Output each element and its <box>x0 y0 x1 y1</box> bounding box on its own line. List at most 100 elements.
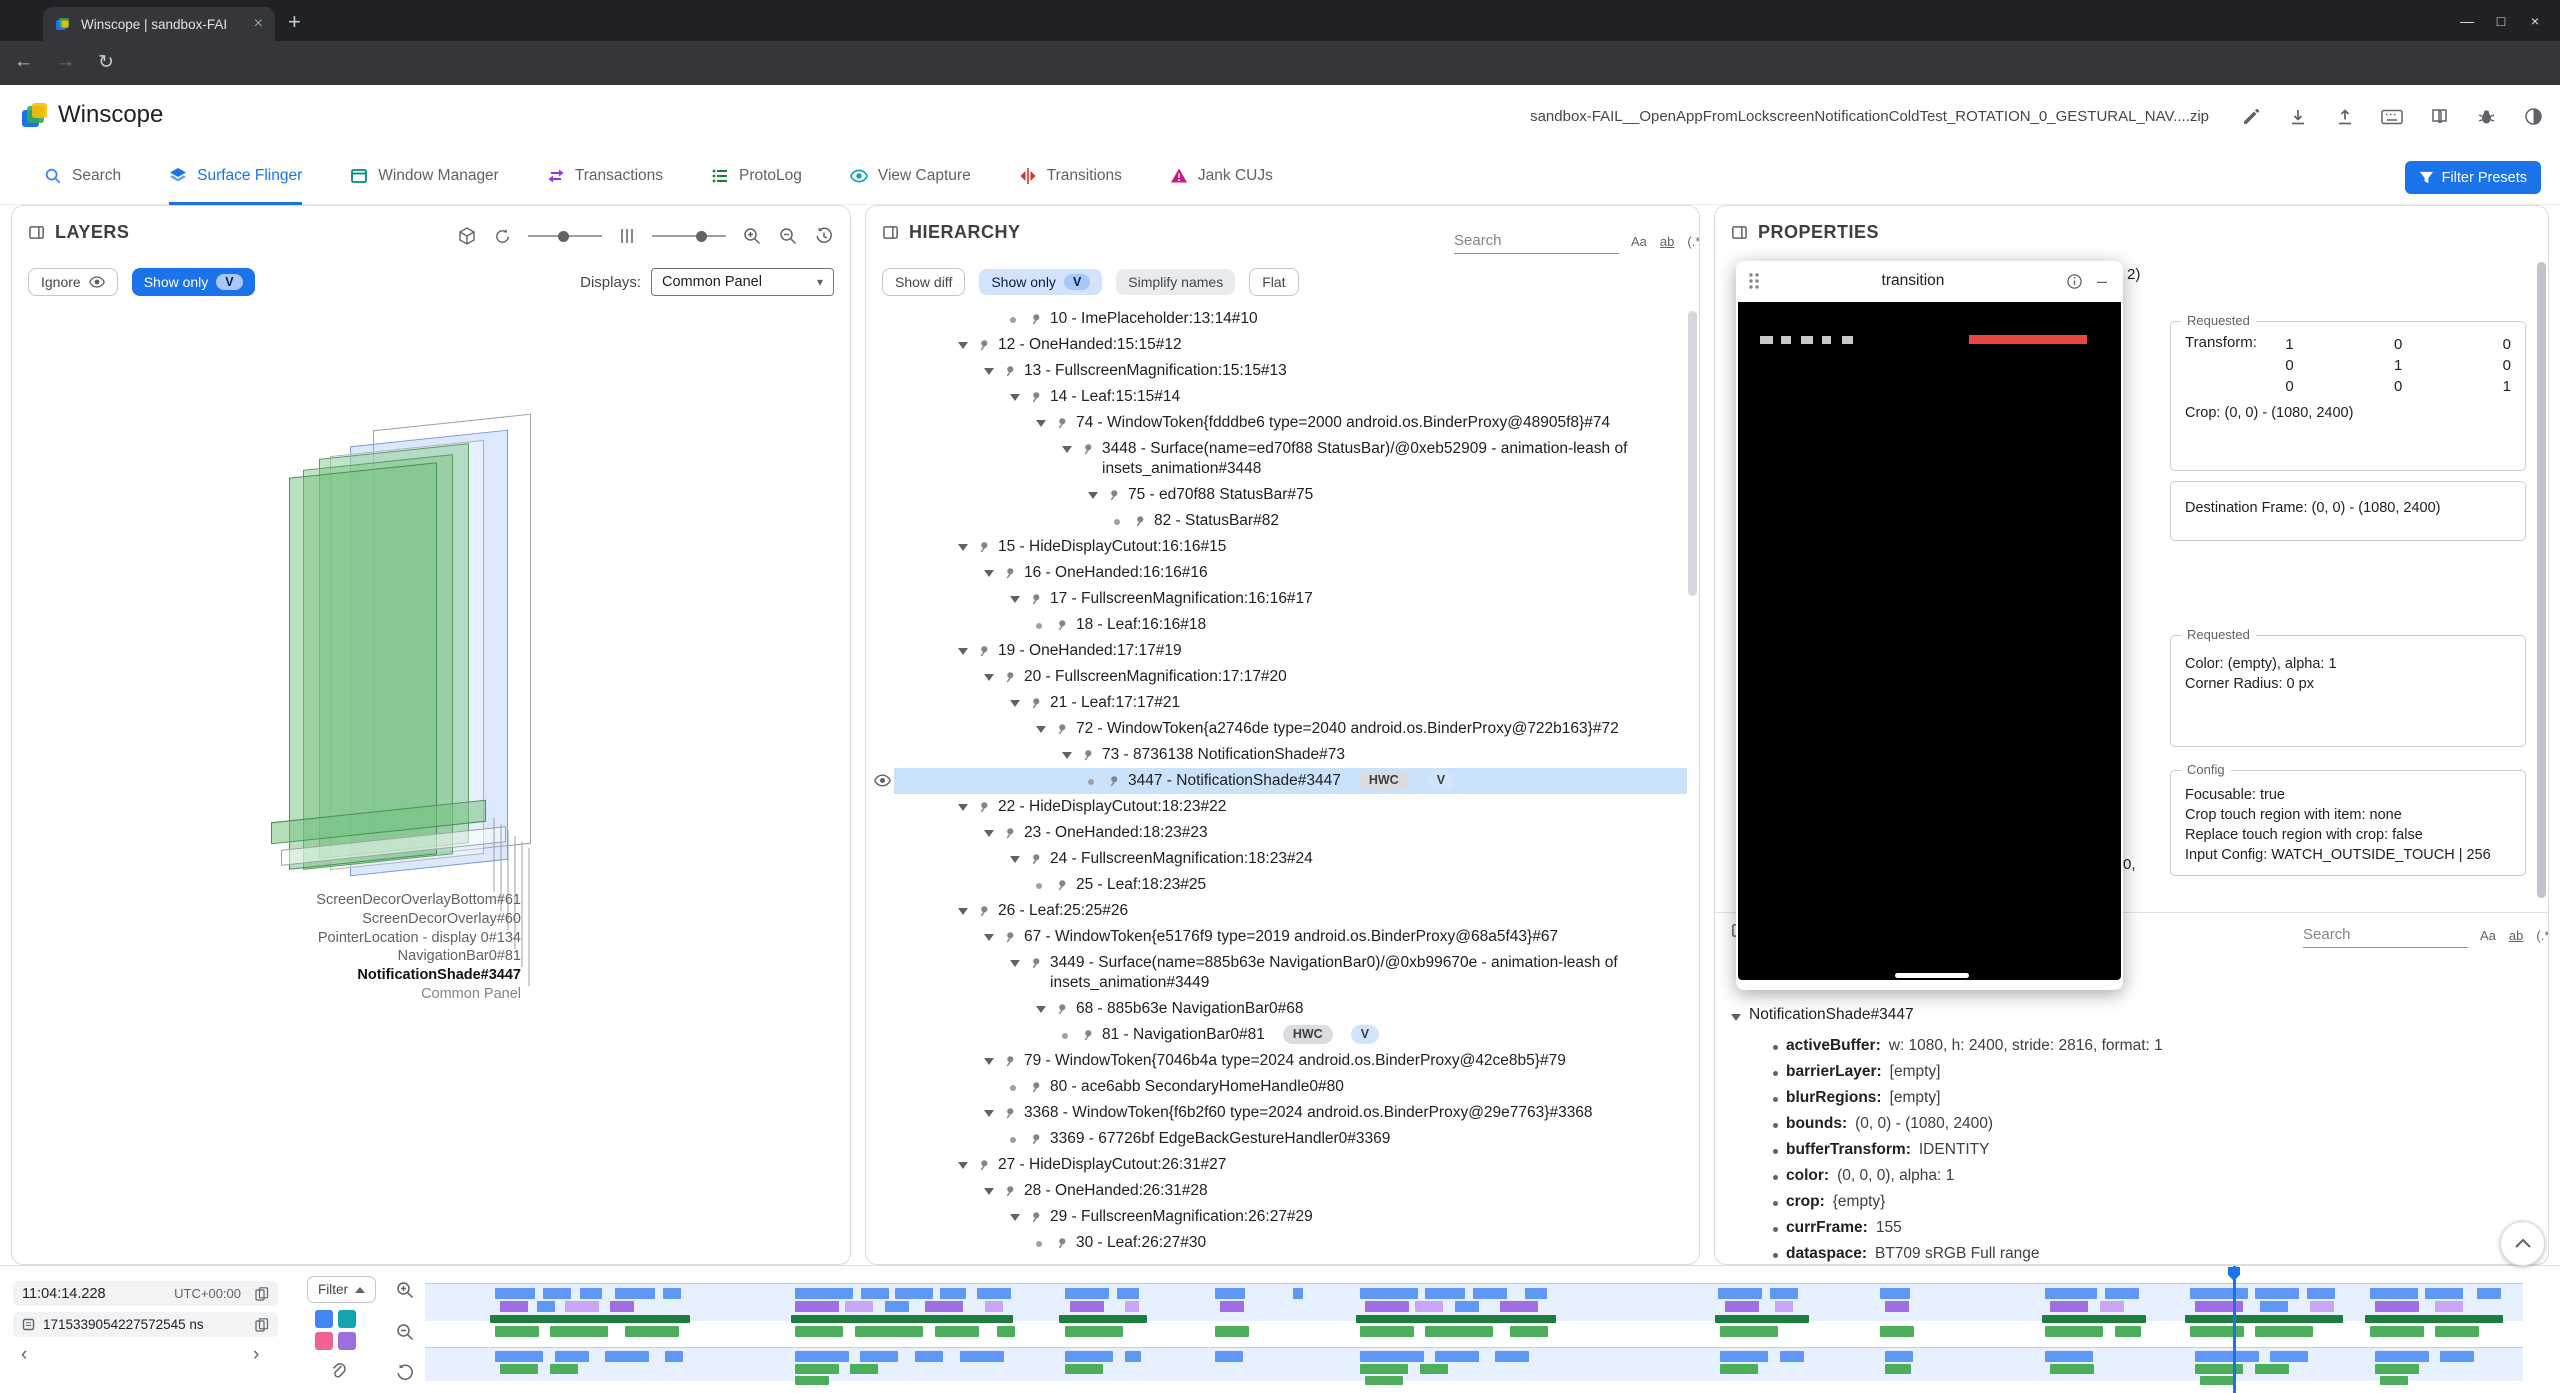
pin-icon[interactable] <box>1054 1236 1068 1250</box>
nav-tab-transactions[interactable]: Transactions <box>547 148 663 205</box>
expand-arrow-icon[interactable] <box>984 570 994 577</box>
timeline-event-segment[interactable] <box>861 1288 889 1299</box>
pin-icon[interactable] <box>1002 1106 1016 1120</box>
tree-node[interactable]: 12 - OneHanded:15:15#12 <box>866 332 1687 358</box>
pin-icon[interactable] <box>1054 878 1068 892</box>
timeline-event-segment[interactable] <box>2045 1288 2097 1299</box>
pan-left-icon[interactable]: ‹ <box>21 1344 27 1366</box>
upload-icon[interactable] <box>2334 106 2356 128</box>
expand-arrow-icon[interactable] <box>1010 700 1020 707</box>
properties-node-row[interactable]: NotificationShade#3447 <box>1731 1006 1914 1024</box>
pin-icon[interactable] <box>1002 1054 1016 1068</box>
expand-arrow-icon[interactable] <box>958 1162 968 1169</box>
layer-label[interactable]: NotificationShade#3447 <box>12 967 521 983</box>
timeline-event-segment[interactable] <box>1500 1301 1538 1312</box>
edit-icon[interactable] <box>2240 106 2262 128</box>
timeline-event-segment[interactable] <box>915 1351 943 1362</box>
pin-icon[interactable] <box>1002 826 1016 840</box>
property-row[interactable]: bufferTransform:IDENTITY <box>1715 1138 2548 1164</box>
property-row[interactable]: bounds:(0, 0) - (1080, 2400) <box>1715 1112 2548 1138</box>
tree-node[interactable]: 13 - FullscreenMagnification:15:15#13 <box>866 358 1687 384</box>
match-case-icon[interactable]: Aa <box>2480 928 2496 943</box>
keyboard-shortcuts-icon[interactable] <box>2381 106 2403 128</box>
drag-handle-icon[interactable] <box>1748 272 1760 290</box>
expand-arrow-icon[interactable] <box>984 830 994 837</box>
expand-arrow-icon[interactable] <box>1010 394 1020 401</box>
timeline-event-segment[interactable] <box>1495 1351 1529 1362</box>
timeline-event-segment[interactable] <box>2375 1301 2419 1312</box>
info-icon[interactable] <box>2066 273 2083 290</box>
timeline-event-segment[interactable] <box>1880 1288 1910 1299</box>
tree-node[interactable]: 10 - ImePlaceholder:13:14#10 <box>866 306 1687 332</box>
timeline-event-segment[interactable] <box>795 1288 853 1299</box>
timeline-event-segment[interactable] <box>795 1351 849 1362</box>
timeline-event-segment[interactable] <box>580 1288 602 1299</box>
panel-dock-icon[interactable] <box>1731 224 1748 241</box>
visibility-eye-icon[interactable] <box>874 774 891 787</box>
timeline-event-segment[interactable] <box>550 1326 608 1337</box>
expand-arrow-icon[interactable] <box>958 544 968 551</box>
tree-node[interactable]: 72 - WindowToken{a2746de type=2040 andro… <box>866 716 1687 742</box>
ignore-button[interactable]: Ignore <box>28 268 118 296</box>
pin-icon[interactable] <box>976 800 990 814</box>
timeline-event-segment[interactable] <box>2440 1351 2474 1362</box>
timeline-event-segment[interactable] <box>2375 1364 2419 1374</box>
pin-icon[interactable] <box>976 644 990 658</box>
trace-type-icon-surfaceflinger[interactable] <box>315 1310 333 1328</box>
filter-presets-button[interactable]: Filter Presets <box>2405 161 2541 194</box>
timeline-event-segment[interactable] <box>1065 1326 1123 1337</box>
tree-node[interactable]: 73 - 8736138 NotificationShade#73 <box>866 742 1687 768</box>
timeline-event-segment[interactable] <box>940 1288 966 1299</box>
timeline-event-segment[interactable] <box>2050 1364 2094 1374</box>
timeline-event-segment[interactable] <box>1360 1326 1414 1337</box>
timeline-event-segment[interactable] <box>550 1364 578 1374</box>
timeline-event-segment[interactable] <box>2042 1315 2146 1323</box>
timeline-event-segment[interactable] <box>2255 1288 2299 1299</box>
tree-node[interactable]: 25 - Leaf:18:23#25 <box>866 872 1687 898</box>
tree-node[interactable]: 3449 - Surface(name=885b63e NavigationBa… <box>866 950 1687 996</box>
tree-node[interactable]: 15 - HideDisplayCutout:16:16#15 <box>866 534 1687 560</box>
timeline-event-segment[interactable] <box>977 1288 1011 1299</box>
timeline-event-segment[interactable] <box>625 1326 679 1337</box>
property-row[interactable]: color:(0, 0, 0), alpha: 1 <box>1715 1164 2548 1190</box>
pin-icon[interactable] <box>1054 416 1068 430</box>
pin-icon[interactable] <box>1002 670 1016 684</box>
timeline-event-segment[interactable] <box>1415 1301 1443 1312</box>
zoom-in-icon[interactable] <box>742 226 762 246</box>
expand-arrow-icon[interactable] <box>958 804 968 811</box>
collapse-timeline-button[interactable] <box>2500 1221 2545 1266</box>
expand-arrow-icon[interactable] <box>1036 420 1046 427</box>
timeline-event-segment[interactable] <box>2270 1351 2308 1362</box>
timeline-event-segment[interactable] <box>500 1301 528 1312</box>
timeline-event-segment[interactable] <box>1293 1288 1303 1299</box>
expand-arrow-icon[interactable] <box>958 648 968 655</box>
timeline-event-segment[interactable] <box>997 1326 1015 1337</box>
tree-node[interactable]: 81 - NavigationBar0#81HWCV <box>866 1022 1687 1048</box>
timeline-event-segment[interactable] <box>1720 1364 1758 1374</box>
tree-node[interactable]: 20 - FullscreenMagnification:17:17#20 <box>866 664 1687 690</box>
timeline-event-segment[interactable] <box>2435 1301 2463 1312</box>
pin-icon[interactable] <box>1054 618 1068 632</box>
tree-node[interactable]: 28 - OneHanded:26:31#28 <box>866 1178 1687 1204</box>
timeline-event-segment[interactable] <box>663 1288 681 1299</box>
timeline-event-segment[interactable] <box>935 1326 979 1337</box>
pin-icon[interactable] <box>1080 1028 1094 1042</box>
timeline-event-segment[interactable] <box>495 1288 535 1299</box>
pin-icon[interactable] <box>976 540 990 554</box>
tree-node[interactable]: 3369 - 67726bf EdgeBackGestureHandler0#3… <box>866 1126 1687 1152</box>
timeline-event-segment[interactable] <box>855 1326 923 1337</box>
pin-icon[interactable] <box>1028 852 1042 866</box>
layer-label[interactable]: ScreenDecorOverlay#60 <box>12 911 521 927</box>
spacing-icon[interactable] <box>618 227 636 245</box>
timeline-event-segment[interactable] <box>2365 1315 2503 1323</box>
timeline-event-segment[interactable] <box>2260 1301 2288 1312</box>
tree-node[interactable]: 3447 - NotificationShade#3447HWCV <box>866 768 1687 794</box>
timeline-event-segment[interactable] <box>1117 1288 1139 1299</box>
tree-node[interactable]: 22 - HideDisplayCutout:18:23#22 <box>866 794 1687 820</box>
timeline-event-segment[interactable] <box>2190 1288 2248 1299</box>
browser-back-icon[interactable]: ← <box>14 51 33 73</box>
tree-node[interactable]: 26 - Leaf:25:25#26 <box>866 898 1687 924</box>
timeline-event-segment[interactable] <box>2380 1376 2408 1385</box>
timeline-event-segment[interactable] <box>495 1326 539 1337</box>
overlay-minimize-icon[interactable]: – <box>2093 271 2111 292</box>
